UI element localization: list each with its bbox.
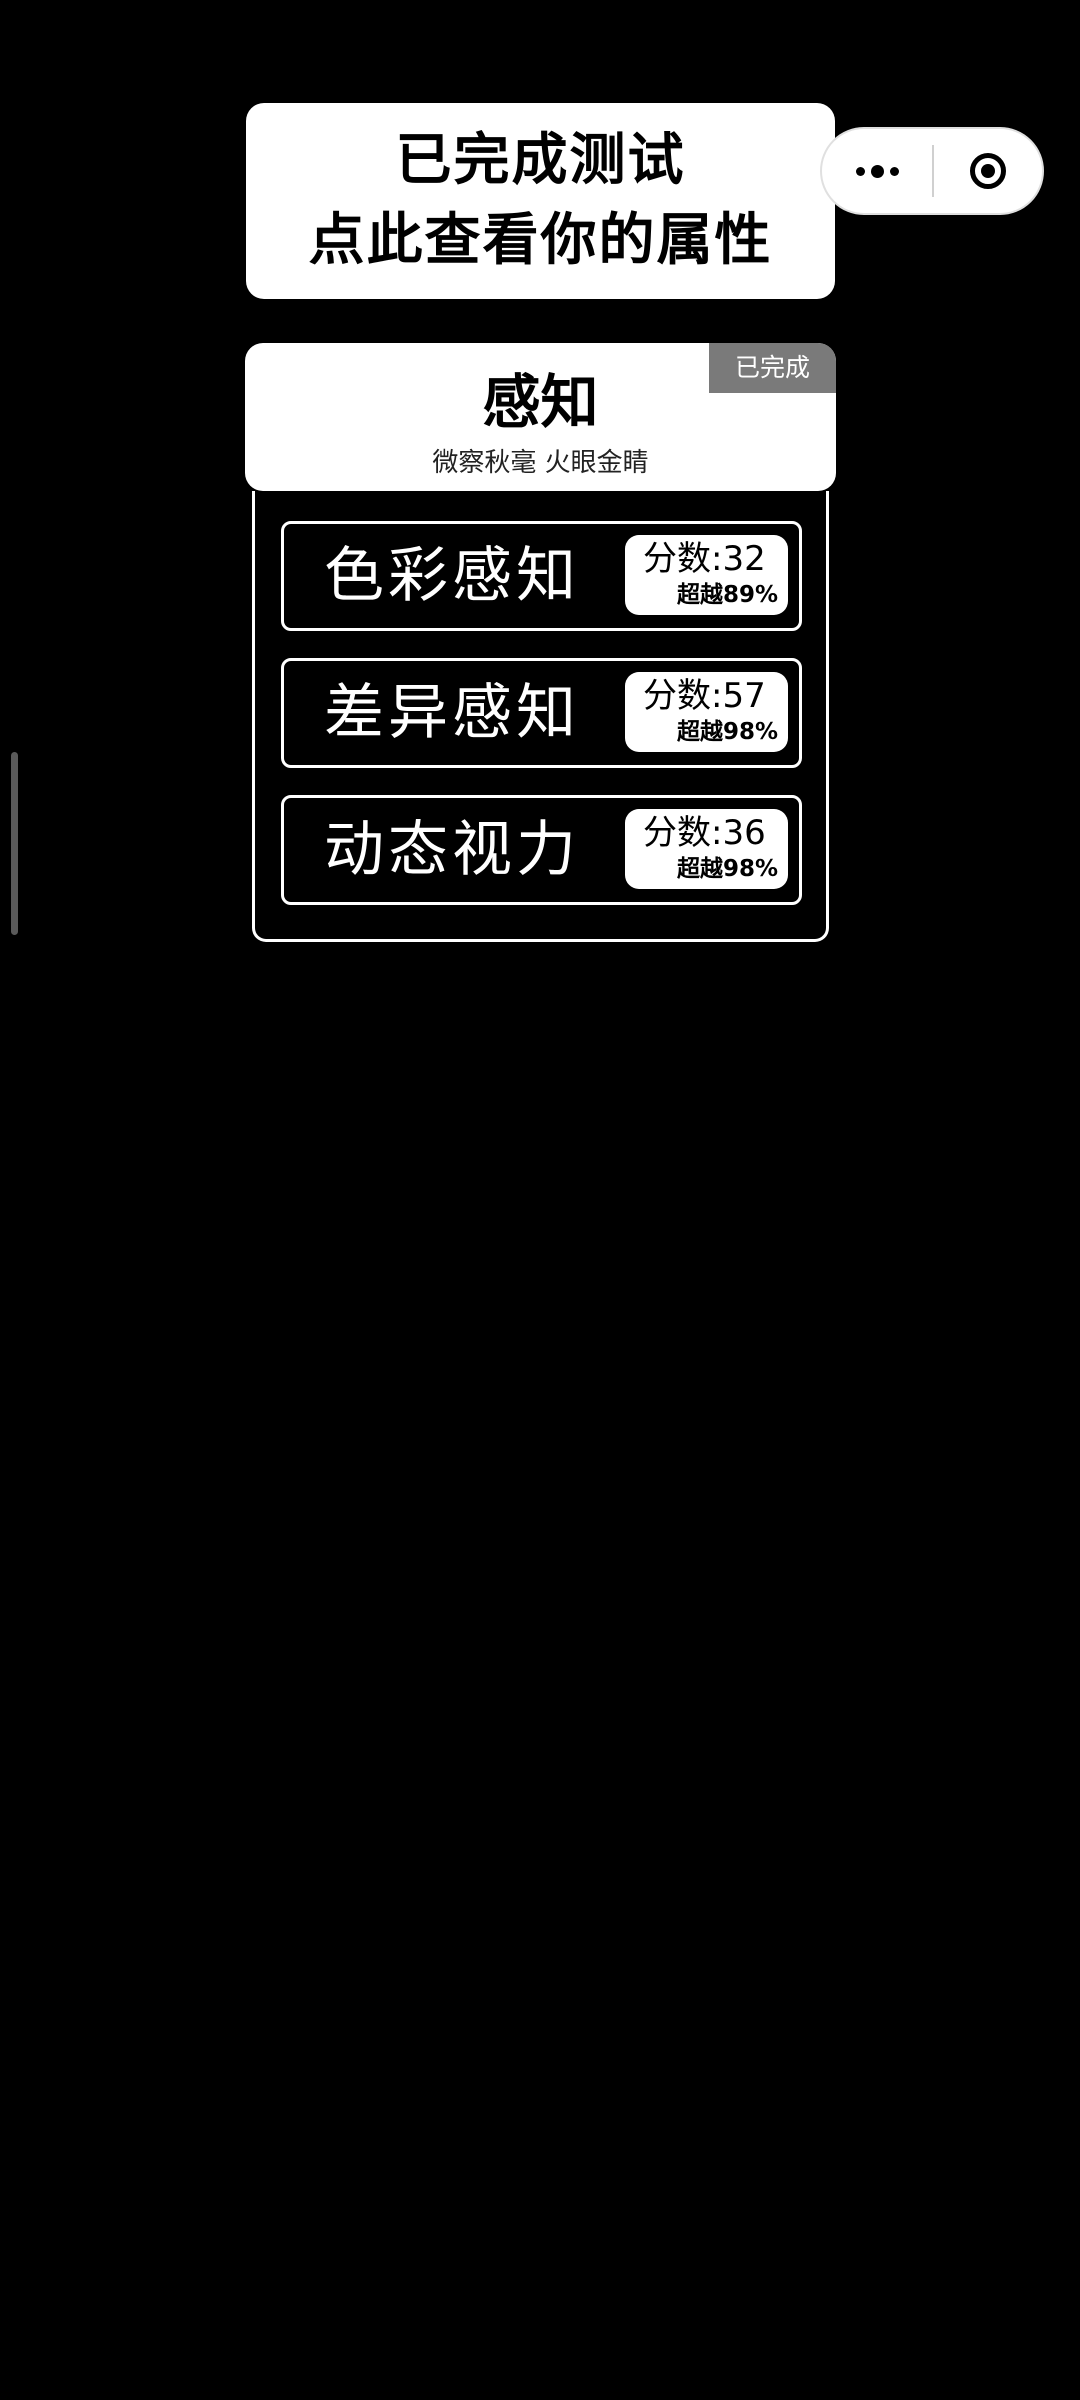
- test-list-panel: 色彩感知 分数:32 超越89% 差异感知 分数:57 超越98% 动态视力 分…: [252, 491, 829, 942]
- banner-line-2: 点此查看你的属性: [308, 208, 773, 273]
- test-name: 动态视力: [324, 815, 580, 885]
- score-value: 分数:36: [643, 813, 766, 853]
- beat-percentage: 超越89%: [676, 582, 778, 608]
- test-item-color-perception[interactable]: 色彩感知 分数:32 超越89%: [281, 521, 802, 631]
- banner-line-1: 已完成测试: [395, 128, 686, 193]
- test-item-difference-perception[interactable]: 差异感知 分数:57 超越98%: [281, 658, 802, 768]
- completed-badge: 已完成: [709, 343, 836, 393]
- score-box: 分数:32 超越89%: [625, 535, 788, 615]
- target-circle-icon: [970, 153, 1006, 189]
- category-subtitle: 微察秋毫 火眼金睛: [432, 448, 649, 478]
- view-attributes-banner[interactable]: 已完成测试 点此查看你的属性: [246, 103, 835, 299]
- beat-percentage: 超越98%: [676, 856, 778, 882]
- close-miniprogram-button[interactable]: [934, 129, 1042, 213]
- score-value: 分数:32: [643, 539, 766, 579]
- more-dots-icon: [855, 164, 899, 178]
- more-button[interactable]: [822, 129, 932, 213]
- test-item-dynamic-vision[interactable]: 动态视力 分数:36 超越98%: [281, 795, 802, 905]
- score-box: 分数:36 超越98%: [625, 809, 788, 889]
- beat-percentage: 超越98%: [676, 719, 778, 745]
- miniprogram-capsule: [820, 127, 1044, 215]
- score-box: 分数:57 超越98%: [625, 672, 788, 752]
- category-header-card: 感知 微察秋毫 火眼金睛 已完成: [245, 343, 836, 491]
- test-name: 差异感知: [324, 678, 580, 748]
- test-name: 色彩感知: [324, 541, 580, 611]
- score-value: 分数:57: [643, 676, 766, 716]
- scroll-indicator[interactable]: [11, 752, 18, 935]
